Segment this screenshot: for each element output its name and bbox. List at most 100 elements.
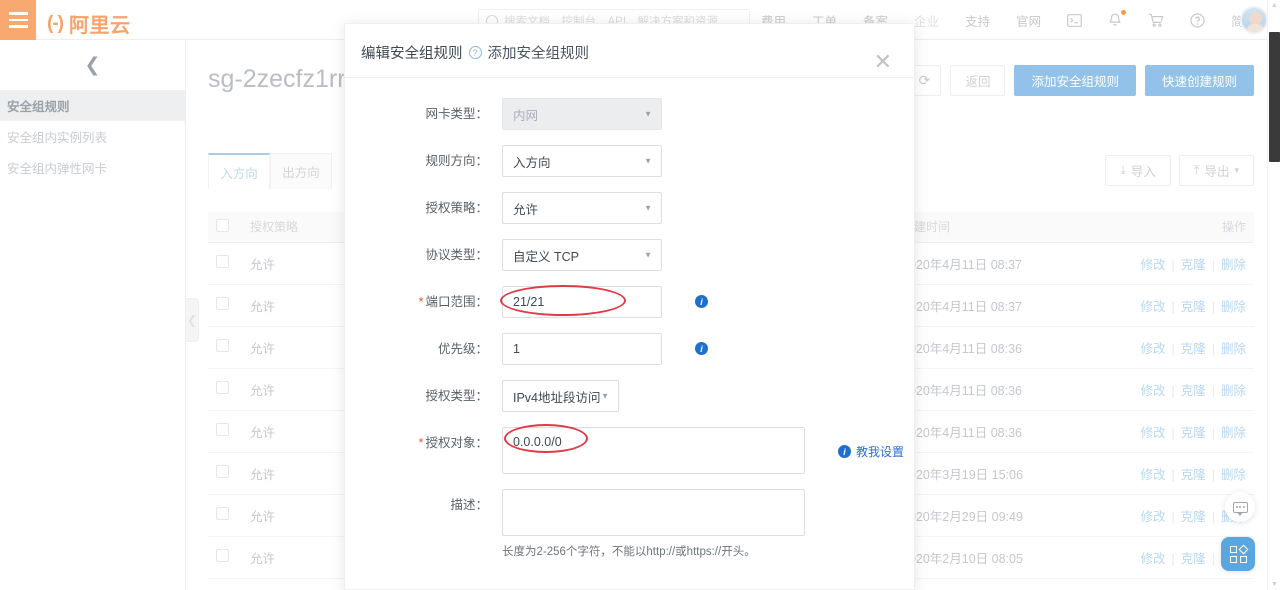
tab-inbound[interactable]: 入方向 <box>208 153 270 189</box>
row-action-1[interactable]: 克隆 <box>1181 342 1206 356</box>
scroll-down-arrow[interactable]: ▼ <box>1271 581 1278 588</box>
row-checkbox[interactable] <box>216 381 229 394</box>
chevron-down-icon: ▼ <box>644 204 652 213</box>
row-checkbox[interactable] <box>216 465 229 478</box>
row-action-1[interactable]: 克隆 <box>1181 468 1206 482</box>
sidebar-item-security-group-rules[interactable]: 安全组规则 <box>0 90 185 121</box>
export-icon: ⤒ <box>1194 163 1200 178</box>
row-checkbox[interactable] <box>216 549 229 562</box>
avatar[interactable] <box>1240 6 1268 34</box>
cell-created: 2020年4月11日 08:36 <box>894 368 1104 410</box>
hamburger-icon[interactable] <box>0 0 36 40</box>
apps-grid-icon[interactable] <box>1221 537 1255 571</box>
tab-outbound[interactable]: 出方向 <box>270 153 332 189</box>
port-range-label-text: 端口范围： <box>425 295 488 309</box>
row-select-cell <box>208 242 242 284</box>
port-range-value: 21/21 <box>513 295 544 309</box>
action-separator: | <box>1206 342 1221 356</box>
nic-type-select[interactable]: 内网 ▼ <box>502 98 662 130</box>
action-separator: | <box>1165 426 1180 440</box>
row-select-cell <box>208 410 242 452</box>
auth-type-label: 授权类型： <box>345 380 502 412</box>
info-icon[interactable]: i <box>695 342 708 355</box>
header-select-all <box>208 212 242 242</box>
auth-object-input[interactable]: 0.0.0.0/0 <box>502 427 805 474</box>
row-action-2[interactable]: 删除 <box>1221 342 1246 356</box>
row-action-0[interactable]: 修改 <box>1140 384 1165 398</box>
row-action-1[interactable]: 克隆 <box>1181 426 1206 440</box>
row-checkbox[interactable] <box>216 339 229 352</box>
row-action-0[interactable]: 修改 <box>1140 300 1165 314</box>
direction-tabs: 入方向 出方向 <box>208 153 332 189</box>
back-button[interactable]: 返回 <box>950 65 1005 96</box>
scroll-up-arrow[interactable]: ▲ <box>1271 2 1278 9</box>
sidebar-edge-collapse-handle[interactable]: ❮ <box>186 298 199 342</box>
brand-logo[interactable]: (-) 阿里云 <box>47 9 130 38</box>
row-checkbox[interactable] <box>216 423 229 436</box>
quick-create-rule-button[interactable]: 快速创建规则 <box>1145 65 1254 96</box>
sidebar-collapse-icon[interactable]: ❮ <box>0 40 185 90</box>
row-checkbox[interactable] <box>216 297 229 310</box>
action-separator: | <box>1206 300 1221 314</box>
help-circle-icon[interactable] <box>1177 0 1218 40</box>
policy-select[interactable]: 允许 ▼ <box>502 192 662 224</box>
scrollbar-thumb[interactable] <box>1269 32 1280 162</box>
nav-support[interactable]: 支持 <box>952 0 1003 40</box>
port-range-input[interactable]: 21/21 <box>502 286 662 318</box>
row-checkbox[interactable] <box>216 507 229 520</box>
priority-input[interactable]: 1 <box>502 333 662 365</box>
row-action-1[interactable]: 克隆 <box>1181 300 1206 314</box>
notifications-bell-icon[interactable] <box>1095 0 1135 40</box>
auth-object-value: 0.0.0.0/0 <box>513 435 562 449</box>
sidebar-item-eni-list[interactable]: 安全组内弹性网卡 <box>0 152 185 183</box>
import-button[interactable]: ⤓ 导入 <box>1105 155 1171 186</box>
auth-type-select[interactable]: IPv4地址段访问 ▼ <box>502 380 619 412</box>
row-action-0[interactable]: 修改 <box>1140 258 1165 272</box>
teach-me-link[interactable]: 教我设置 <box>856 443 904 460</box>
description-input[interactable] <box>502 489 805 536</box>
chat-bubble-icon[interactable] <box>1225 492 1255 522</box>
info-icon[interactable]: i <box>695 295 708 308</box>
action-separator: | <box>1165 468 1180 482</box>
row-action-2[interactable]: 删除 <box>1221 468 1246 482</box>
dialog-body: 网卡类型： 内网 ▼ 规则方向： 入方向 ▼ <box>345 78 914 590</box>
cell-created: 2020年2月29日 09:49 <box>894 494 1104 536</box>
row-action-0[interactable]: 修改 <box>1140 510 1165 524</box>
page-header-actions: ⟳ 返回 添加安全组规则 快速创建规则 <box>907 65 1254 96</box>
cell-created: 2020年2月10日 08:05 <box>894 536 1104 578</box>
row-action-1[interactable]: 克隆 <box>1181 384 1206 398</box>
row-action-2[interactable]: 删除 <box>1221 384 1246 398</box>
row-action-2[interactable]: 删除 <box>1221 258 1246 272</box>
row-action-0[interactable]: 修改 <box>1140 342 1165 356</box>
row-action-2[interactable]: 删除 <box>1221 300 1246 314</box>
export-button[interactable]: ⤒ 导出 ▾ <box>1179 155 1254 186</box>
cloudshell-icon[interactable] <box>1054 0 1095 40</box>
row-action-0[interactable]: 修改 <box>1140 468 1165 482</box>
help-icon[interactable]: ? <box>469 46 482 59</box>
nav-website[interactable]: 官网 <box>1003 0 1054 40</box>
add-rule-button[interactable]: 添加安全组规则 <box>1014 65 1136 96</box>
row-action-0[interactable]: 修改 <box>1140 426 1165 440</box>
row-action-2[interactable]: 删除 <box>1221 426 1246 440</box>
row-action-1[interactable]: 克隆 <box>1181 552 1206 566</box>
dialog-title: 编辑安全组规则 ? 添加安全组规则 <box>361 42 589 63</box>
info-icon[interactable]: i <box>838 445 851 458</box>
window-scrollbar[interactable]: ▲ ▼ <box>1267 0 1280 590</box>
direction-select[interactable]: 入方向 ▼ <box>502 145 662 177</box>
field-nic-type: 网卡类型： 内网 ▼ <box>345 98 914 130</box>
row-action-0[interactable]: 修改 <box>1140 552 1165 566</box>
action-separator: | <box>1165 384 1180 398</box>
row-action-1[interactable]: 克隆 <box>1181 510 1206 524</box>
row-checkbox[interactable] <box>216 255 229 268</box>
cell-actions: 修改|克隆|删除 <box>1104 242 1254 284</box>
sidebar-item-instance-list[interactable]: 安全组内实例列表 <box>0 121 185 152</box>
notification-dot <box>1121 10 1126 15</box>
protocol-select[interactable]: 自定义 TCP ▼ <box>502 239 662 271</box>
action-separator: | <box>1165 552 1180 566</box>
select-all-checkbox[interactable] <box>216 219 229 232</box>
cell-actions: 修改|克隆|删除 <box>1104 284 1254 326</box>
row-action-1[interactable]: 克隆 <box>1181 258 1206 272</box>
cart-icon[interactable] <box>1135 0 1177 40</box>
priority-value: 1 <box>513 342 520 356</box>
close-icon[interactable]: ✕ <box>874 51 892 73</box>
